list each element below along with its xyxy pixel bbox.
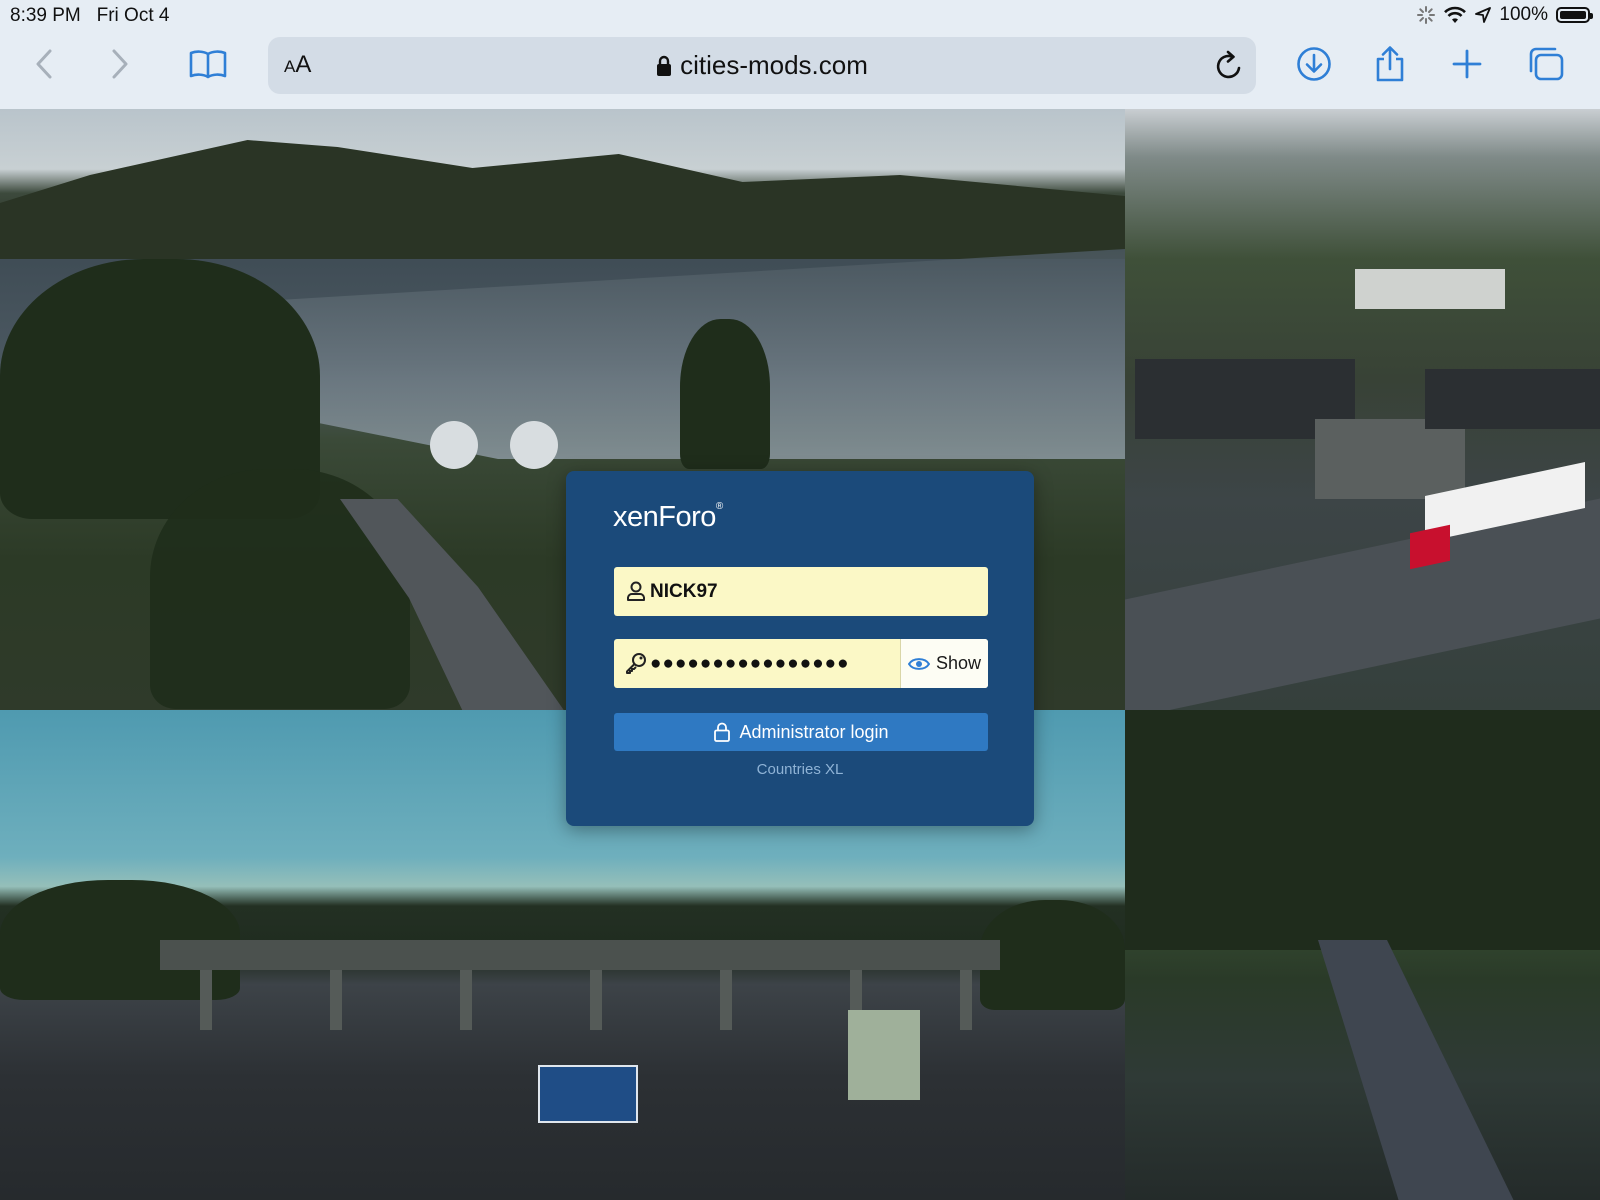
- show-password-button[interactable]: Show: [900, 639, 988, 688]
- wifi-icon: [1444, 6, 1467, 23]
- chevron-right-icon: [112, 49, 128, 79]
- key-icon: [626, 653, 646, 674]
- downloads-button[interactable]: [1292, 42, 1336, 86]
- user-icon: [627, 581, 645, 601]
- status-indicators: 100%: [1417, 4, 1593, 26]
- bookmarks-button[interactable]: [186, 42, 230, 86]
- status-time-text: 8:39 PM: [10, 5, 81, 26]
- chevron-left-icon: [36, 49, 52, 79]
- scene-toll-canopy: [160, 940, 1000, 970]
- lock-icon: [657, 55, 672, 76]
- background-scene-highway-truck: [1125, 109, 1600, 710]
- eye-icon: [907, 657, 930, 670]
- password-input[interactable]: [650, 639, 886, 688]
- password-field[interactable]: Show: [614, 639, 988, 688]
- logo-registered-mark: ®: [715, 501, 723, 512]
- show-password-label: Show: [935, 653, 982, 673]
- scene-road: [1318, 940, 1514, 1200]
- logo-text: xenForo: [613, 501, 716, 533]
- share-button[interactable]: [1368, 42, 1412, 86]
- book-icon: [189, 50, 227, 79]
- scene-road-sign: [538, 1065, 638, 1123]
- username-input[interactable]: [650, 567, 970, 616]
- scene-pine-tree: [680, 319, 770, 469]
- login-card: xenForo® Show Administrator login: [566, 471, 1034, 826]
- status-date-text: Fri Oct 4: [96, 5, 170, 26]
- background-scene-forest-road: [1125, 710, 1600, 1200]
- back-button[interactable]: [22, 42, 66, 86]
- battery-percent: 100%: [1499, 4, 1548, 25]
- administrator-login-label: Administrator login: [739, 721, 889, 742]
- scene-building: [1355, 269, 1505, 309]
- location-arrow-icon: [1475, 7, 1492, 23]
- activity-spinner-icon: [1417, 6, 1436, 24]
- status-bar: 8:39 PM Fri Oct 4 100%: [0, 0, 1600, 30]
- scene-building: [1425, 369, 1600, 429]
- administrator-login-button[interactable]: Administrator login: [614, 713, 988, 751]
- status-time: 8:39 PM Fri Oct 4: [10, 5, 169, 27]
- xenforo-logo: xenForo®: [613, 501, 723, 534]
- new-tab-button[interactable]: [1445, 42, 1489, 86]
- plus-icon: [1452, 49, 1482, 79]
- username-field[interactable]: [614, 567, 988, 616]
- scene-highway: [1125, 498, 1600, 710]
- reload-icon[interactable]: [1212, 49, 1246, 83]
- scene-building: [1315, 419, 1465, 499]
- address-bar[interactable]: AA cities-mods.com: [268, 37, 1256, 94]
- scene-treeline: [980, 900, 1125, 1010]
- scene-truck-container: [848, 1010, 920, 1100]
- tabs-icon: [1529, 47, 1564, 81]
- browser-chrome: 8:39 PM Fri Oct 4 100% AA cities-mods.co…: [0, 0, 1600, 110]
- forward-button[interactable]: [98, 42, 142, 86]
- lock-icon: [714, 722, 731, 742]
- battery-icon: [1556, 7, 1593, 23]
- scene-hills: [0, 140, 1125, 259]
- url-display[interactable]: cities-mods.com: [268, 37, 1256, 94]
- share-icon: [1376, 46, 1404, 82]
- scene-forest: [1125, 710, 1600, 950]
- site-name-link[interactable]: Countries XL: [566, 761, 1034, 778]
- download-icon: [1297, 47, 1331, 81]
- scene-storage-tanks: [430, 409, 570, 469]
- tabs-button[interactable]: [1524, 42, 1568, 86]
- url-text: cities-mods.com: [680, 50, 868, 80]
